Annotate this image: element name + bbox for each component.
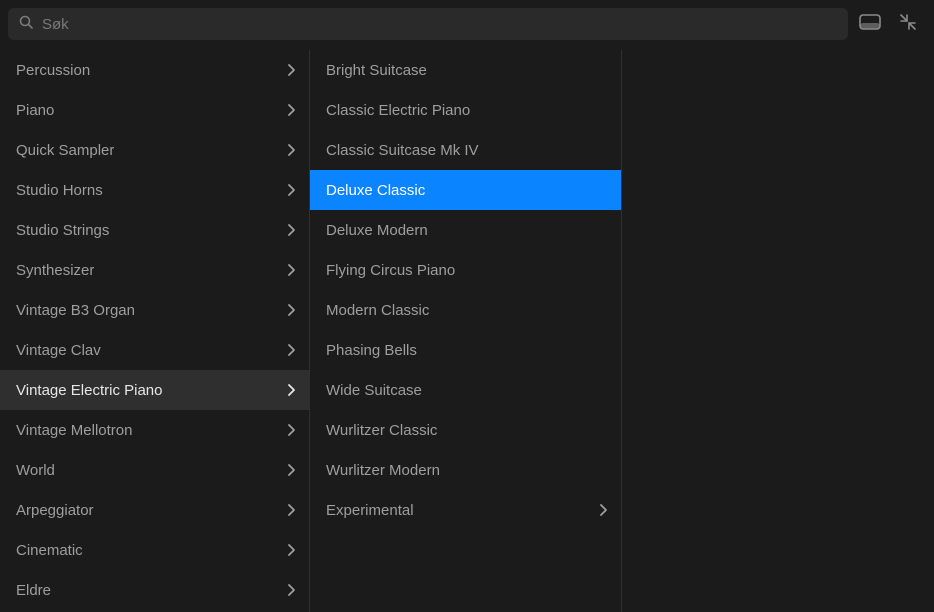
list-item-label: Modern Classic bbox=[326, 302, 429, 319]
chevron-right-icon bbox=[287, 544, 295, 556]
chevron-right-icon bbox=[287, 424, 295, 436]
top-buttons bbox=[858, 12, 926, 36]
list-item[interactable]: Percussion bbox=[0, 50, 309, 90]
list-item[interactable]: Deluxe Classic bbox=[310, 170, 621, 210]
list-item-label: Deluxe Modern bbox=[326, 222, 428, 239]
list-item[interactable]: Arpeggiator bbox=[0, 490, 309, 530]
list-item-label: Arpeggiator bbox=[16, 502, 94, 519]
top-bar bbox=[0, 0, 934, 50]
subcategory-column: Bright Suitcase Classic Electric Piano Cla… bbox=[310, 50, 622, 612]
search-input[interactable] bbox=[42, 16, 838, 33]
detail-column bbox=[622, 50, 934, 612]
list-item[interactable]: Classic Electric Piano bbox=[310, 90, 621, 130]
list-item-label: Deluxe Classic bbox=[326, 182, 425, 199]
list-item[interactable]: Vintage B3 Organ bbox=[0, 290, 309, 330]
chevron-right-icon bbox=[287, 184, 295, 196]
list-item[interactable]: Eldre bbox=[0, 570, 309, 610]
list-item-label: Flying Circus Piano bbox=[326, 262, 455, 279]
list-item[interactable]: Flying Circus Piano bbox=[310, 250, 621, 290]
chevron-right-icon bbox=[287, 224, 295, 236]
list-item[interactable]: Synthesizer bbox=[0, 250, 309, 290]
list-item[interactable]: Phasing Bells bbox=[310, 330, 621, 370]
panel-icon bbox=[859, 14, 881, 34]
list-item[interactable]: Wide Suitcase bbox=[310, 370, 621, 410]
list-item-label: Classic Suitcase Mk IV bbox=[326, 142, 479, 159]
list-item[interactable]: Modern Classic bbox=[310, 290, 621, 330]
list-item-label: Classic Electric Piano bbox=[326, 102, 470, 119]
chevron-right-icon bbox=[287, 304, 295, 316]
browser-columns: Percussion Piano Quick Sampler Studio Horns… bbox=[0, 50, 934, 612]
list-item[interactable]: Cinematic bbox=[0, 530, 309, 570]
chevron-right-icon bbox=[287, 504, 295, 516]
list-item-label: Cinematic bbox=[16, 542, 83, 559]
list-item[interactable]: Vintage Mellotron bbox=[0, 410, 309, 450]
list-item-label: Bright Suitcase bbox=[326, 62, 427, 79]
chevron-right-icon bbox=[287, 144, 295, 156]
list-item-label: Eldre bbox=[16, 582, 51, 599]
list-item[interactable]: Deluxe Modern bbox=[310, 210, 621, 250]
list-item[interactable]: Wurlitzer Modern bbox=[310, 450, 621, 490]
list-item-label: Vintage B3 Organ bbox=[16, 302, 135, 319]
list-item-label: Studio Horns bbox=[16, 182, 103, 199]
list-item[interactable]: Vintage Clav bbox=[0, 330, 309, 370]
chevron-right-icon bbox=[287, 64, 295, 76]
collapse-icon bbox=[899, 13, 917, 35]
list-item-label: Studio Strings bbox=[16, 222, 109, 239]
list-item-label: Wurlitzer Modern bbox=[326, 462, 440, 479]
search-field-wrap[interactable] bbox=[8, 8, 848, 40]
list-item-label: Percussion bbox=[16, 62, 90, 79]
list-item-label: Vintage Electric Piano bbox=[16, 382, 162, 399]
list-item[interactable]: World bbox=[0, 450, 309, 490]
list-item-label: World bbox=[16, 462, 55, 479]
list-item-label: Vintage Mellotron bbox=[16, 422, 132, 439]
chevron-right-icon bbox=[287, 264, 295, 276]
list-item-label: Vintage Clav bbox=[16, 342, 101, 359]
list-item-label: Quick Sampler bbox=[16, 142, 114, 159]
list-item[interactable]: Piano bbox=[0, 90, 309, 130]
collapse-button[interactable] bbox=[896, 12, 920, 36]
list-item[interactable]: Wurlitzer Classic bbox=[310, 410, 621, 450]
list-item[interactable]: Vintage Electric Piano bbox=[0, 370, 309, 410]
panel-toggle-button[interactable] bbox=[858, 12, 882, 36]
list-item[interactable]: Quick Sampler bbox=[0, 130, 309, 170]
chevron-right-icon bbox=[287, 384, 295, 396]
category-column: Percussion Piano Quick Sampler Studio Horns… bbox=[0, 50, 310, 612]
list-item[interactable]: Studio Strings bbox=[0, 210, 309, 250]
chevron-right-icon bbox=[287, 344, 295, 356]
chevron-right-icon bbox=[287, 584, 295, 596]
chevron-right-icon bbox=[599, 504, 607, 516]
list-item-label: Phasing Bells bbox=[326, 342, 417, 359]
list-item[interactable]: Bright Suitcase bbox=[310, 50, 621, 90]
chevron-right-icon bbox=[287, 464, 295, 476]
list-item[interactable]: Experimental bbox=[310, 490, 621, 530]
list-item-label: Experimental bbox=[326, 502, 414, 519]
list-item[interactable]: Classic Suitcase Mk IV bbox=[310, 130, 621, 170]
search-icon bbox=[18, 14, 34, 34]
list-item-label: Synthesizer bbox=[16, 262, 94, 279]
chevron-right-icon bbox=[287, 104, 295, 116]
list-item-label: Wurlitzer Classic bbox=[326, 422, 437, 439]
list-item[interactable]: Studio Horns bbox=[0, 170, 309, 210]
list-item-label: Piano bbox=[16, 102, 54, 119]
list-item-label: Wide Suitcase bbox=[326, 382, 422, 399]
